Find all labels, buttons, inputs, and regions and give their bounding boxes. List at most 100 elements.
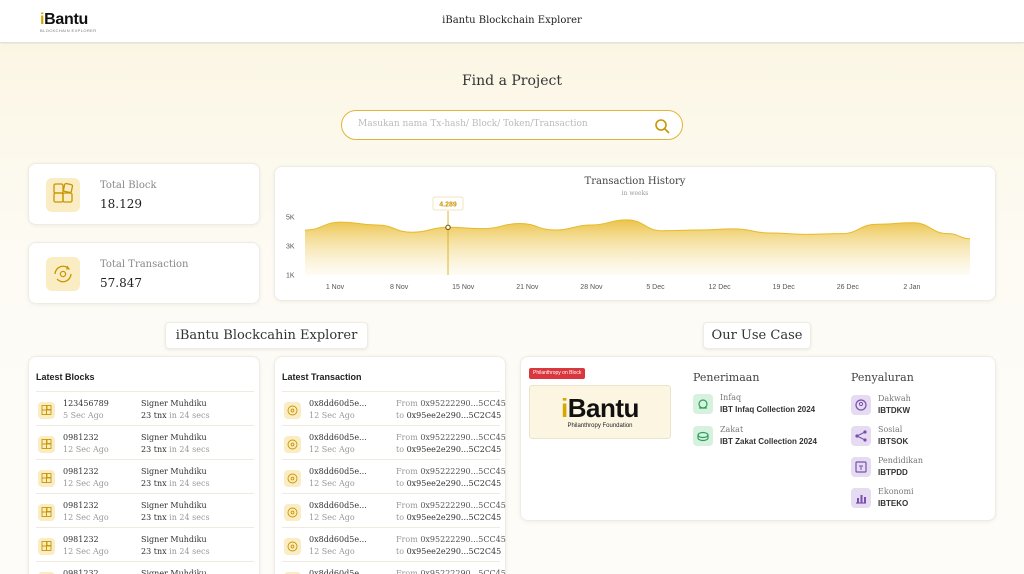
dakwah-icon[interactable] bbox=[851, 395, 871, 415]
zakat-icon[interactable] bbox=[693, 426, 713, 446]
penyaluran-name[interactable]: IBTSOK bbox=[878, 437, 908, 446]
from-address[interactable]: 0x95222290...5CC45 bbox=[420, 501, 505, 510]
transaction-row[interactable]: 0x8dd60d5e... From 0x95222290...5CC45 bbox=[282, 561, 506, 574]
transaction-hash[interactable]: 0x8dd60d5e... bbox=[309, 467, 367, 476]
block-duration: 24 secs bbox=[179, 445, 210, 454]
transaction-icon bbox=[284, 402, 301, 419]
x-tick-label: 12 Dec bbox=[709, 284, 732, 291]
penerimaan-name[interactable]: IBT Zakat Collection 2024 bbox=[720, 437, 817, 446]
block-signer: Signer Muhdiku bbox=[141, 399, 207, 408]
x-tick-label: 15 Nov bbox=[452, 284, 475, 291]
penyaluran-title: Penyaluran bbox=[851, 371, 914, 384]
penyaluran-label: Dakwah bbox=[878, 394, 911, 403]
transaction-row[interactable]: 0x8dd60d5e... 12 Sec Ago From 0x95222290..… bbox=[282, 493, 506, 527]
transaction-from: From 0x95222290...5CC45 bbox=[396, 569, 506, 574]
from-label: From bbox=[396, 467, 418, 476]
penerimaan-label: Zakat bbox=[720, 425, 744, 434]
transaction-row[interactable]: 0x8dd60d5e... 12 Sec Ago From 0x95222290..… bbox=[282, 527, 506, 561]
transaction-history-chart[interactable]: 1K 3K 5K 1 Nov 8 Nov 15 Nov 21 Nov 28 Nov 5 Dec 1… bbox=[275, 167, 997, 302]
to-label: to bbox=[396, 513, 405, 522]
transaction-hash[interactable]: 0x8dd60d5e... bbox=[309, 501, 367, 510]
x-tick-label: 28 Nov bbox=[580, 284, 603, 291]
block-tnx-count[interactable]: 23 tnx bbox=[141, 445, 167, 454]
block-id[interactable]: 0981232 bbox=[63, 535, 99, 544]
total-block-card: Total Block 18.129 bbox=[28, 163, 260, 225]
to-label: to bbox=[396, 479, 405, 488]
penerimaan-name[interactable]: IBT Infaq Collection 2024 bbox=[720, 405, 815, 414]
logo-subtitle: BLOCKCHAIN EXPLORER bbox=[40, 28, 97, 33]
block-row[interactable]: 123456789 5 Sec Ago Signer Muhdiku 23 tnx i… bbox=[36, 391, 254, 425]
economy-icon[interactable] bbox=[851, 488, 871, 508]
block-row[interactable]: 0981232 12 Sec Ago Signer Muhdiku 23 tnx in… bbox=[36, 493, 254, 527]
share-icon[interactable] bbox=[851, 426, 871, 446]
blocks-icon bbox=[46, 178, 80, 212]
block-id[interactable]: 0981232 bbox=[63, 569, 99, 574]
block-row[interactable]: 0981232 12 Sec Ago Signer Muhdiku 23 tnx in… bbox=[36, 425, 254, 459]
search-icon[interactable] bbox=[654, 118, 670, 134]
transaction-hash[interactable]: 0x8dd60d5e... bbox=[309, 535, 367, 544]
transaction-age: 12 Sec Ago bbox=[309, 479, 355, 488]
block-id[interactable]: 0981232 bbox=[63, 433, 99, 442]
y-tick-label: 5K bbox=[286, 215, 295, 222]
block-duration: 24 secs bbox=[179, 411, 210, 420]
block-tnx-count[interactable]: 23 tnx bbox=[141, 479, 167, 488]
to-address[interactable]: 0x95ee2e290...5C2C45 bbox=[407, 411, 502, 420]
block-row[interactable]: 0981232 12 Sec Ago Signer Muhdiku 23 tnx in… bbox=[36, 459, 254, 493]
block-tnx-count[interactable]: 23 tnx bbox=[141, 513, 167, 522]
block-id[interactable]: 123456789 bbox=[63, 399, 109, 408]
transaction-age: 12 Sec Ago bbox=[309, 513, 355, 522]
transaction-row[interactable]: 0x8dd60d5e... 12 Sec Ago From 0x95222290..… bbox=[282, 459, 506, 493]
transaction-hash[interactable]: 0x8dd60d5e... bbox=[309, 569, 367, 574]
block-tnx-info: 23 tnx in 24 secs bbox=[141, 479, 210, 488]
use-logo-subtitle: Philanthropy Foundation bbox=[567, 423, 633, 429]
transaction-row[interactable]: 0x8dd60d5e... 12 Sec Ago From 0x95222290..… bbox=[282, 425, 506, 459]
data-point[interactable] bbox=[445, 224, 451, 231]
total-transaction-card: Total Transaction 57.847 bbox=[28, 242, 260, 304]
block-in-label: in bbox=[169, 547, 177, 556]
block-tnx-info: 23 tnx in 24 secs bbox=[141, 445, 210, 454]
total-block-label: Total Block bbox=[100, 180, 157, 191]
penyaluran-name[interactable]: IBTPDD bbox=[878, 468, 908, 477]
x-tick-label: 21 Nov bbox=[516, 284, 539, 291]
education-icon[interactable] bbox=[851, 457, 871, 477]
transaction-hash[interactable]: 0x8dd60d5e... bbox=[309, 433, 367, 442]
block-row[interactable]: 0981232 Signer Muhdiku bbox=[36, 561, 254, 574]
from-label: From bbox=[396, 399, 418, 408]
search-input[interactable] bbox=[358, 119, 648, 129]
to-label: to bbox=[396, 411, 405, 420]
block-tnx-info: 23 tnx in 24 secs bbox=[141, 513, 210, 522]
penyaluran-name[interactable]: IBTEKO bbox=[878, 499, 908, 508]
transaction-icon bbox=[284, 470, 301, 487]
block-tnx-count[interactable]: 23 tnx bbox=[141, 547, 167, 556]
transaction-to: to 0x95ee2e290...5C2C45 bbox=[396, 479, 501, 488]
latest-transactions-title: Latest Transaction bbox=[282, 372, 362, 382]
block-icon bbox=[38, 538, 55, 555]
from-address[interactable]: 0x95222290...5CC45 bbox=[420, 535, 505, 544]
transaction-row[interactable]: 0x8dd60d5e... 12 Sec Ago From 0x95222290..… bbox=[282, 391, 506, 425]
from-address[interactable]: 0x95222290...5CC45 bbox=[420, 399, 505, 408]
transaction-from: From 0x95222290...5CC45 bbox=[396, 467, 506, 476]
block-tnx-info: 23 tnx in 24 secs bbox=[141, 547, 210, 556]
penyaluran-name[interactable]: IBTDKW bbox=[878, 406, 910, 415]
block-age: 12 Sec Ago bbox=[63, 479, 109, 488]
block-id[interactable]: 0981232 bbox=[63, 467, 99, 476]
transaction-history-card: Transaction History in weeks 1K 3K 5K 1 Nov… bbox=[274, 166, 996, 301]
total-transaction-label: Total Transaction bbox=[100, 259, 189, 270]
to-address[interactable]: 0x95ee2e290...5C2C45 bbox=[407, 547, 502, 556]
to-address[interactable]: 0x95ee2e290...5C2C45 bbox=[407, 479, 502, 488]
usecase-panel: Philanthropy on Block iBantu Philanthrop… bbox=[520, 356, 996, 521]
ibantu-philanthropy-logo[interactable]: iBantu Philanthropy Foundation bbox=[529, 385, 671, 439]
from-address[interactable]: 0x95222290...5CC45 bbox=[420, 433, 505, 442]
transaction-hash[interactable]: 0x8dd60d5e... bbox=[309, 399, 367, 408]
block-tnx-count[interactable]: 23 tnx bbox=[141, 411, 167, 420]
infaq-icon[interactable] bbox=[693, 394, 713, 414]
transaction-icon bbox=[46, 257, 80, 291]
to-address[interactable]: 0x95ee2e290...5C2C45 bbox=[407, 513, 502, 522]
from-address[interactable]: 0x95222290...5CC45 bbox=[420, 569, 505, 574]
from-address[interactable]: 0x95222290...5CC45 bbox=[420, 467, 505, 476]
to-address[interactable]: 0x95ee2e290...5C2C45 bbox=[407, 445, 502, 454]
block-row[interactable]: 0981232 12 Sec Ago Signer Muhdiku 23 tnx in… bbox=[36, 527, 254, 561]
block-id[interactable]: 0981232 bbox=[63, 501, 99, 510]
search-bar[interactable] bbox=[341, 110, 683, 140]
block-signer: Signer Muhdiku bbox=[141, 467, 207, 476]
